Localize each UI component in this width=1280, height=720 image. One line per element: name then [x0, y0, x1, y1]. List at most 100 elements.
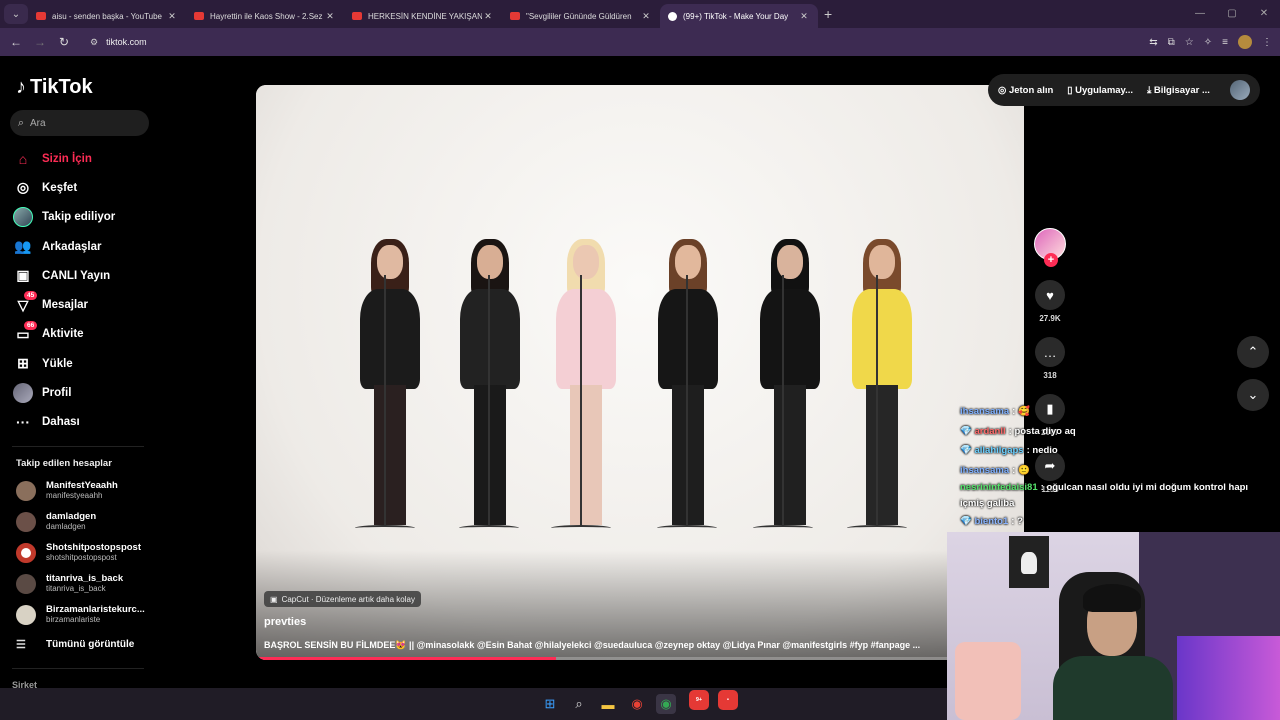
desktop-app-button[interactable]: ⤓ Bilgisayar ...	[1147, 85, 1210, 96]
sidebar-item-for-you[interactable]: ⌂ Sizin İçin	[12, 144, 162, 173]
taskbar-icons: ⊞ ⌕ ▬ ◉ ◉ ☺9+ ⚙•	[540, 688, 738, 720]
url-field[interactable]: ⚙ tiktok.com	[84, 31, 1094, 53]
chat-user: ihsansama	[960, 464, 1010, 476]
sidebar-item-label: Mesajlar	[42, 299, 89, 312]
video-caption[interactable]: BAŞROL SENSİN BU FİLMDEE😻 || @minasolakk…	[264, 640, 944, 651]
friends-icon: 👥	[14, 238, 32, 255]
user-avatar[interactable]	[1230, 80, 1250, 100]
install-app-icon[interactable]: ⧉	[1168, 37, 1175, 48]
settings-gear-icon[interactable]: ⚙•	[714, 690, 738, 714]
profile-avatar[interactable]	[1238, 35, 1252, 49]
close-tab-icon[interactable]: ✕	[166, 11, 178, 22]
account-handle: shotshitpostopspost	[46, 553, 117, 562]
see-all-button[interactable]: ☰ Tümünü görüntüle	[16, 638, 134, 651]
sidebar-item-label: CANLI Yayın	[42, 269, 111, 282]
previous-video-button[interactable]: ⌃	[1237, 336, 1269, 368]
browser-tab[interactable]: "Sevgililer Gününde Güldüren ✕	[502, 4, 660, 28]
account-handle: titanriva_is_back	[46, 584, 106, 593]
chat-line: 💎 allahilgaps: nedio	[960, 445, 1058, 456]
avatar	[16, 573, 36, 594]
singer-figure	[750, 239, 830, 545]
chrome-active-icon[interactable]: ◉	[656, 694, 676, 714]
followed-account[interactable]: damladgen damladgen	[16, 511, 96, 532]
sidebar-item-upload[interactable]: ⊞ Yükle	[12, 349, 162, 378]
bookmark-star-icon[interactable]: ☆	[1185, 37, 1194, 48]
windows-start-icon[interactable]: ⊞	[540, 694, 560, 714]
get-coins-button[interactable]: ◎ Jeton alın	[998, 85, 1053, 96]
chat-line: 💎 ardanll: posta diyo aq	[960, 425, 1076, 437]
browser-tab-active[interactable]: (99+) TikTok - Make Your Day ✕	[660, 4, 818, 28]
video-player[interactable]: ▣ CapCut · Düzenleme artık daha kolay pr…	[256, 85, 1024, 660]
list-icon: ☰	[16, 639, 26, 651]
search-input[interactable]	[28, 117, 138, 129]
followed-account[interactable]: Birzamanlaristekurc... birzamanlariste	[16, 604, 145, 625]
extensions-icon[interactable]: ✧	[1204, 37, 1212, 48]
browser-tab[interactable]: aisu - senden başka - YouTube ✕	[28, 4, 186, 28]
mic-base	[847, 525, 907, 531]
site-info-icon[interactable]: ⚙	[90, 37, 98, 48]
close-tab-icon[interactable]: ✕	[482, 11, 494, 22]
back-icon[interactable]: ←	[4, 35, 28, 49]
sidebar-item-label: Profil	[42, 387, 72, 400]
tab-search-dropdown[interactable]: ⌄	[4, 4, 28, 24]
singer-figure	[842, 239, 922, 545]
new-tab-icon[interactable]: +	[824, 6, 832, 22]
tiktok-icon	[668, 11, 677, 21]
singer-figure	[350, 239, 430, 545]
discord-icon[interactable]: ☺9+	[685, 690, 709, 714]
translate-icon[interactable]: ⇆	[1149, 37, 1157, 48]
followed-account[interactable]: titanriva_is_back titanriva_is_back	[16, 573, 123, 594]
tab-title: HERKESİN KENDİNE YAKIŞANI	[368, 11, 482, 21]
followed-account[interactable]: ManifestYeaahh manifestyeaahh	[16, 480, 118, 501]
chat-line: 💎 biento1: ?	[960, 516, 1023, 527]
menu-kebab-icon[interactable]: ⋮	[1262, 37, 1272, 48]
followed-account[interactable]: Shotshitpostopspost shotshitpostopspost	[16, 542, 141, 563]
follow-plus-icon[interactable]: +	[1044, 253, 1058, 267]
tiktok-logo[interactable]: ♪ TikTok	[16, 76, 93, 99]
get-app-button[interactable]: ▯ Uygulamay...	[1067, 85, 1133, 96]
top-actions: ◎ Jeton alın ▯ Uygulamay... ⤓ Bilgisayar…	[988, 74, 1260, 106]
file-explorer-icon[interactable]: ▬	[598, 694, 618, 714]
forward-icon[interactable]: →	[28, 35, 52, 49]
media-control-icon[interactable]: ≡	[1222, 37, 1228, 48]
chat-line: ihsansama: 🙂	[960, 464, 1030, 476]
creator-avatar[interactable]: +	[1034, 228, 1066, 267]
sidebar-item-messages[interactable]: ▽ 45 Mesajlar	[12, 290, 162, 319]
chat-user: allahilgaps	[974, 445, 1024, 456]
account-name: damladgen	[46, 511, 97, 522]
sidebar-item-profile[interactable]: Profil	[12, 378, 162, 407]
minimize-icon[interactable]: —	[1184, 0, 1216, 28]
sidebar-item-activity[interactable]: ▭ 66 Aktivite	[12, 320, 162, 349]
close-window-icon[interactable]: ✕	[1248, 0, 1280, 28]
sidebar-menu: ⌂ Sizin İçin ◎ Keşfet Takip ediliyor 👥 A…	[12, 144, 162, 437]
account-name: Birzamanlaristekurc...	[46, 604, 145, 615]
video-author[interactable]: prevties	[264, 616, 306, 628]
singer-figure	[648, 239, 728, 545]
sidebar-item-live[interactable]: ▣ CANLI Yayın	[12, 261, 162, 290]
browser-tab[interactable]: Hayrettin ile Kaos Show - 2.Sez ✕	[186, 4, 344, 28]
video-progress-bar[interactable]	[256, 657, 1024, 660]
sidebar-item-explore[interactable]: ◎ Keşfet	[12, 173, 162, 202]
reload-icon[interactable]: ↻	[52, 35, 76, 49]
close-tab-icon[interactable]: ✕	[640, 11, 652, 22]
comment-button[interactable]: … 318	[1035, 337, 1065, 380]
chat-user: ihsansama	[960, 406, 1010, 417]
maximize-icon[interactable]: ▢	[1216, 0, 1248, 28]
search-bar[interactable]: ⌕	[10, 110, 149, 136]
sidebar-item-more[interactable]: ··· Dahası	[12, 408, 162, 437]
chrome-icon[interactable]: ◉	[627, 694, 647, 714]
tab-title: (99+) TikTok - Make Your Day	[683, 11, 789, 21]
sidebar-item-following[interactable]: Takip ediliyor	[12, 203, 162, 232]
sidebar-item-label: Sizin İçin	[42, 152, 92, 165]
streamer-hair	[1083, 584, 1141, 612]
sidebar-item-friends[interactable]: 👥 Arkadaşlar	[12, 232, 162, 261]
close-tab-icon[interactable]: ✕	[324, 11, 336, 22]
browser-tab[interactable]: HERKESİN KENDİNE YAKIŞANI ✕	[344, 4, 502, 28]
close-tab-icon[interactable]: ✕	[798, 11, 810, 22]
chevron-up-icon: ⌃	[1247, 344, 1259, 359]
capcut-badge[interactable]: ▣ CapCut · Düzenleme artık daha kolay	[264, 591, 421, 607]
emote-icon: 🙂	[1017, 464, 1030, 476]
account-handle: damladgen	[46, 522, 86, 531]
like-button[interactable]: ♥ 27.9K	[1035, 280, 1065, 323]
search-icon[interactable]: ⌕	[569, 694, 589, 714]
